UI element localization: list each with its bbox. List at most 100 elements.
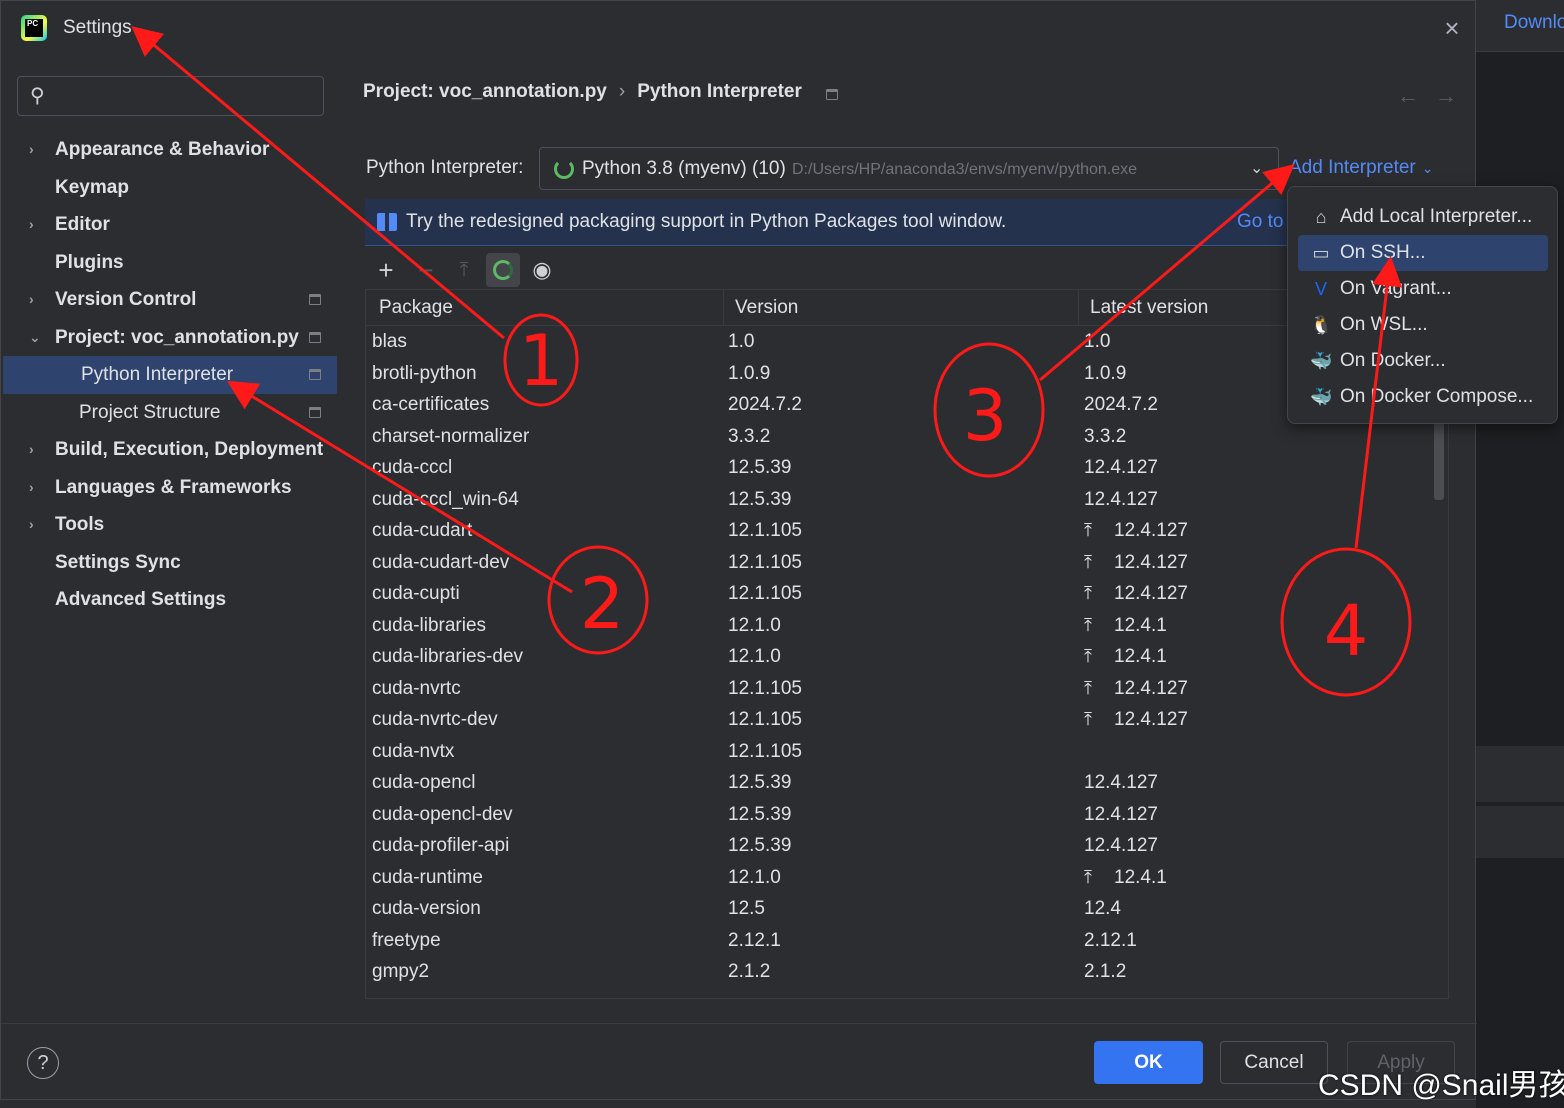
sidebar-item-label: Version Control	[55, 289, 197, 310]
banner-link[interactable]: Go to	[1237, 211, 1283, 233]
back-arrow-icon[interactable]: ←	[1397, 83, 1419, 109]
sidebar-item-tools[interactable]: › Tools	[1, 506, 337, 544]
table-row[interactable]: cuda-libraries-dev 12.1.0 ⤒ 12.4.1	[366, 643, 1448, 675]
sidebar-item-editor[interactable]: › Editor	[1, 206, 337, 244]
table-row[interactable]: freetype 2.12.1 2.12.1	[366, 927, 1448, 959]
package-name-cell: cuda-nvtx	[372, 740, 455, 762]
project-scope-icon	[309, 331, 321, 343]
table-row[interactable]: cuda-cupti 12.1.105 ⤒ 12.4.127	[366, 580, 1448, 612]
sidebar-item-settings-sync[interactable]: Settings Sync	[1, 544, 337, 582]
table-row[interactable]: cuda-cudart 12.1.105 ⤒ 12.4.127	[366, 517, 1448, 549]
sidebar-item-advanced-settings[interactable]: Advanced Settings	[1, 581, 337, 619]
menu-item-on-wsl[interactable]: 🐧 On WSL...	[1298, 307, 1548, 343]
chevron-down-icon[interactable]: ⌄	[1250, 158, 1263, 178]
version-cell: 1.0	[728, 331, 755, 352]
add-interpreter-link[interactable]: Add Interpreter ⌄	[1289, 157, 1433, 179]
package-name-cell: cuda-libraries	[372, 614, 487, 636]
column-header-latest[interactable]: Latest version	[1090, 297, 1208, 319]
table-row[interactable]: cuda-cccl_win-64 12.5.39 12.4.127	[366, 486, 1448, 518]
package-name-cell: gmpy2	[372, 961, 430, 982]
table-row[interactable]: cuda-opencl-dev 12.5.39 12.4.127	[366, 801, 1448, 833]
sidebar-item-python-interpreter[interactable]: Python Interpreter	[3, 356, 337, 394]
sidebar-item-label: Advanced Settings	[55, 589, 227, 610]
vagrant-icon: V	[1314, 279, 1327, 299]
table-row[interactable]: cuda-cudart-dev 12.1.105 ⤒ 12.4.127	[366, 549, 1448, 581]
table-row[interactable]: cuda-profiler-api 12.5.39 12.4.127	[366, 832, 1448, 864]
chevron-right-icon[interactable]: ›	[29, 281, 43, 319]
menu-item-on-ssh[interactable]: ▭ On SSH...	[1298, 235, 1548, 271]
latest-version-value: 1.0	[1084, 331, 1111, 352]
sidebar-item-label: Build, Execution, Deployment	[55, 439, 324, 460]
column-header-version[interactable]: Version	[735, 297, 798, 319]
sidebar-item-keymap[interactable]: Keymap	[1, 169, 337, 207]
sidebar-item-project-structure[interactable]: Project Structure	[1, 394, 337, 432]
background-download-link[interactable]: Downlo	[1504, 12, 1564, 34]
latest-version-value: 2024.7.2	[1084, 394, 1158, 415]
forward-arrow-icon[interactable]: →	[1435, 83, 1457, 109]
latest-version-value: 12.4.127	[1084, 488, 1158, 510]
version-cell: 12.1.0	[728, 866, 781, 888]
package-name-cell: cuda-nvrtc	[372, 677, 461, 699]
sidebar-item-label: Appearance & Behavior	[55, 139, 270, 160]
table-row[interactable]: cuda-nvrtc-dev 12.1.105 ⤒ 12.4.127	[366, 706, 1448, 738]
table-row[interactable]: cuda-nvtx 12.1.105	[366, 738, 1448, 770]
table-row[interactable]: cuda-nvrtc 12.1.105 ⤒ 12.4.127	[366, 675, 1448, 707]
menu-item-on-docker[interactable]: 🐳 On Docker...	[1298, 343, 1548, 379]
chevron-right-icon[interactable]: ›	[29, 506, 43, 544]
column-header-package[interactable]: Package	[379, 297, 453, 319]
sidebar-item-version-control[interactable]: › Version Control	[1, 281, 337, 319]
sidebar-item-appearance-behavior[interactable]: › Appearance & Behavior	[1, 131, 337, 169]
menu-item-on-docker-compose[interactable]: 🐳 On Docker Compose...	[1298, 379, 1548, 415]
search-icon: ⚲	[30, 85, 45, 107]
help-icon[interactable]: ?	[27, 1047, 59, 1079]
version-cell: 1.0.9	[728, 362, 771, 384]
chevron-down-icon[interactable]: ⌄	[1422, 160, 1434, 176]
table-row[interactable]: cuda-opencl 12.5.39 12.4.127	[366, 769, 1448, 801]
version-cell: 12.5.39	[728, 803, 792, 825]
sidebar-item-label: Editor	[55, 214, 110, 235]
chevron-right-icon[interactable]: ›	[29, 206, 43, 244]
table-row[interactable]: charset-normalizer 3.3.2 3.3.2	[366, 423, 1448, 455]
add-interpreter-label[interactable]: Add Interpreter	[1289, 157, 1416, 178]
close-icon[interactable]: ×	[1439, 15, 1465, 41]
upgrade-available-icon: ⤒	[1084, 583, 1092, 603]
table-row[interactable]: cuda-version 12.5 12.4	[366, 895, 1448, 927]
sidebar-item-project[interactable]: ⌄ Project: voc_annotation.py	[1, 319, 337, 357]
latest-version-value: 12.4.1	[1114, 646, 1167, 667]
menu-item-label: On Vagrant...	[1340, 278, 1452, 299]
add-package-icon[interactable]: +	[369, 253, 403, 287]
version-cell: 12.1.105	[728, 520, 802, 541]
table-scrollbar[interactable]	[1434, 420, 1444, 500]
cancel-button[interactable]: Cancel	[1220, 1041, 1328, 1084]
chevron-right-icon[interactable]: ›	[29, 131, 43, 169]
settings-search-input[interactable]	[60, 83, 310, 109]
menu-item-label: On SSH...	[1340, 242, 1426, 263]
menu-item-add-local-interpreter[interactable]: ⌂ Add Local Interpreter...	[1298, 199, 1548, 235]
chevron-right-icon[interactable]: ›	[29, 431, 43, 469]
table-row[interactable]: cuda-cccl 12.5.39 12.4.127	[366, 454, 1448, 486]
chevron-down-icon[interactable]: ⌄	[29, 319, 43, 357]
ok-button[interactable]: OK	[1094, 1041, 1203, 1084]
sidebar-item-plugins[interactable]: Plugins	[1, 244, 337, 282]
show-early-releases-eye-icon[interactable]: ◉	[525, 253, 559, 287]
table-row[interactable]: cuda-libraries 12.1.0 ⤒ 12.4.1	[366, 612, 1448, 644]
menu-item-on-vagrant[interactable]: V On Vagrant...	[1298, 271, 1548, 307]
sidebar-item-label: Tools	[55, 514, 105, 535]
version-cell: 12.5	[728, 898, 765, 919]
breadcrumb-project[interactable]: Project: voc_annotation.py	[363, 81, 607, 102]
docker-icon: 🐳	[1310, 351, 1333, 371]
add-interpreter-menu: ⌂ Add Local Interpreter... ▭ On SSH... V On V…	[1287, 186, 1558, 424]
remove-package-icon[interactable]: −	[409, 253, 443, 287]
upgrade-available-icon: ⤒	[1084, 709, 1092, 729]
sidebar-item-languages-frameworks[interactable]: › Languages & Frameworks	[1, 469, 337, 507]
version-cell: 12.1.105	[728, 583, 802, 604]
latest-version-value: 1.0.9	[1084, 362, 1127, 384]
refresh-spinner-icon[interactable]	[486, 253, 520, 287]
chevron-right-icon[interactable]: ›	[29, 469, 43, 507]
settings-search-field[interactable]: ⚲	[17, 76, 324, 116]
table-row[interactable]: gmpy2 2.1.2 2.1.2	[366, 958, 1448, 990]
interpreter-select[interactable]: Python 3.8 (myenv) (10) D:/Users/HP/anac…	[539, 147, 1279, 190]
sidebar-item-build-execution-deployment[interactable]: › Build, Execution, Deployment	[1, 431, 337, 469]
upgrade-package-icon[interactable]: ⤒	[447, 253, 481, 287]
table-row[interactable]: cuda-runtime 12.1.0 ⤒ 12.4.1	[366, 864, 1448, 896]
